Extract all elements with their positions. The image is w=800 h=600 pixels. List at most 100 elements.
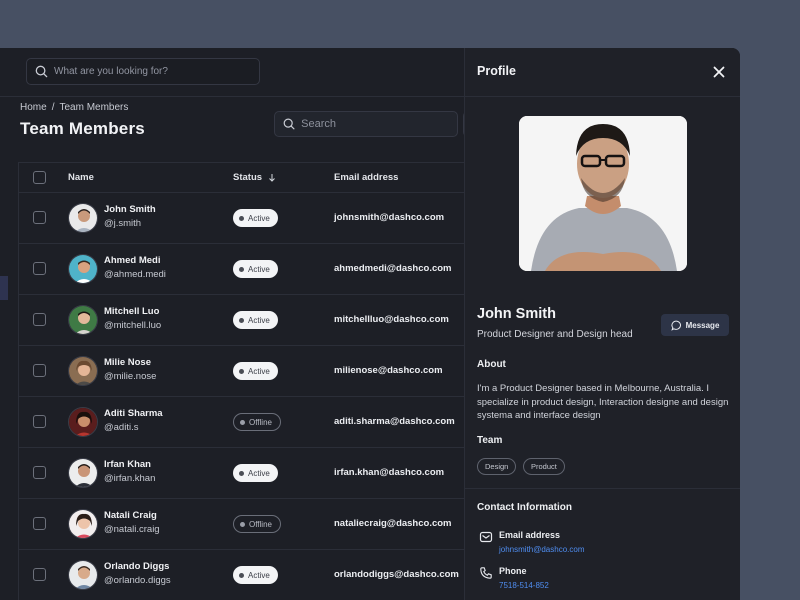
status-dot <box>239 573 244 578</box>
panel-divider <box>465 488 740 489</box>
member-name[interactable]: John Smith <box>104 204 156 215</box>
member-name[interactable]: Ahmed Medi <box>104 255 160 266</box>
status-badge: Active <box>233 464 278 482</box>
member-name[interactable]: Natali Craig <box>104 510 157 521</box>
status-label: Active <box>248 571 270 580</box>
member-handle: @irfan.khan <box>104 473 155 484</box>
global-search[interactable] <box>26 58 260 85</box>
phone-link[interactable]: 7518-514-852 <box>499 581 549 590</box>
member-handle: @j.smith <box>104 218 141 229</box>
column-header-status-label: Status <box>233 172 262 183</box>
message-button[interactable]: Message <box>661 314 729 336</box>
row-checkbox[interactable] <box>33 313 46 326</box>
profile-role: Product Designer and Design head <box>477 329 633 340</box>
breadcrumb-current: Team Members <box>59 102 128 113</box>
row-checkbox[interactable] <box>33 415 46 428</box>
status-dot <box>240 420 245 425</box>
row-checkbox[interactable] <box>33 568 46 581</box>
row-checkbox[interactable] <box>33 262 46 275</box>
table-row[interactable]: Irfan Khan @irfan.khan Active irfan.khan… <box>19 448 464 499</box>
email-label: Email address <box>499 530 560 540</box>
select-all-checkbox[interactable] <box>33 171 46 184</box>
search-icon <box>283 117 295 131</box>
team-heading: Team <box>477 435 502 446</box>
app-window: Home / Team Members Team Members Name St… <box>0 48 740 600</box>
member-handle: @ahmed.medi <box>104 269 166 280</box>
status-label: Active <box>248 316 270 325</box>
about-text: I'm a Product Designer based in Melbourn… <box>477 382 729 423</box>
table-row[interactable]: Natali Craig @natali.craig Offline natal… <box>19 499 464 550</box>
status-badge: Active <box>233 566 278 584</box>
row-checkbox[interactable] <box>33 517 46 530</box>
email-link[interactable]: johnsmith@dashco.com <box>499 545 585 554</box>
members-table: Name Status Email address John Smith @j.… <box>18 162 464 600</box>
member-email[interactable]: johnsmith@dashco.com <box>334 212 444 223</box>
row-checkbox[interactable] <box>33 466 46 479</box>
member-handle: @milie.nose <box>104 371 156 382</box>
breadcrumb: Home / Team Members <box>20 102 128 113</box>
avatar[interactable] <box>68 509 98 539</box>
row-checkbox[interactable] <box>33 211 46 224</box>
member-email[interactable]: aditi.sharma@dashco.com <box>334 416 455 427</box>
contact-heading: Contact Information <box>477 502 572 513</box>
sort-arrow-icon[interactable] <box>268 173 276 182</box>
avatar[interactable] <box>68 356 98 386</box>
member-name[interactable]: Orlando Diggs <box>104 561 169 572</box>
status-dot <box>239 369 244 374</box>
status-label: Active <box>248 367 270 376</box>
panel-divider <box>465 96 740 97</box>
profile-photo <box>519 116 687 271</box>
member-handle: @mitchell.luo <box>104 320 161 331</box>
avatar[interactable] <box>68 560 98 590</box>
global-search-input[interactable] <box>54 66 234 77</box>
status-dot <box>239 318 244 323</box>
team-tag-product[interactable]: Product <box>523 458 565 475</box>
column-header-email[interactable]: Email address <box>334 172 398 183</box>
table-row[interactable]: John Smith @j.smith Active johnsmith@das… <box>19 193 464 244</box>
status-dot <box>240 522 245 527</box>
phone-icon <box>479 566 493 580</box>
member-name[interactable]: Mitchell Luo <box>104 306 159 317</box>
message-icon <box>671 320 682 331</box>
member-name[interactable]: Aditi Sharma <box>104 408 163 419</box>
avatar[interactable] <box>68 203 98 233</box>
table-row[interactable]: Ahmed Medi @ahmed.medi Active ahmedmedi@… <box>19 244 464 295</box>
table-header: Name Status Email address <box>19 163 464 193</box>
team-tag-design[interactable]: Design <box>477 458 516 475</box>
main-area: Home / Team Members Team Members Name St… <box>0 48 464 600</box>
table-row[interactable]: Mitchell Luo @mitchell.luo Active mitche… <box>19 295 464 346</box>
table-search-input[interactable] <box>301 118 457 130</box>
status-badge: Offline <box>233 515 281 533</box>
status-badge: Offline <box>233 413 281 431</box>
member-email[interactable]: mitchellluo@dashco.com <box>334 314 449 325</box>
member-email[interactable]: irfan.khan@dashco.com <box>334 467 444 478</box>
table-row[interactable]: Milie Nose @milie.nose Active milienose@… <box>19 346 464 397</box>
table-row[interactable]: Aditi Sharma @aditi.s Offline aditi.shar… <box>19 397 464 448</box>
about-heading: About <box>477 359 506 370</box>
member-handle: @aditi.s <box>104 422 138 433</box>
table-search[interactable] <box>274 111 458 137</box>
page-title: Team Members <box>20 119 145 139</box>
avatar[interactable] <box>68 254 98 284</box>
member-email[interactable]: milienose@dashco.com <box>334 365 443 376</box>
avatar[interactable] <box>68 305 98 335</box>
column-header-name[interactable]: Name <box>68 172 94 183</box>
phone-label: Phone <box>499 566 527 576</box>
row-checkbox[interactable] <box>33 364 46 377</box>
member-name[interactable]: Milie Nose <box>104 357 151 368</box>
member-email[interactable]: orlandodiggs@dashco.com <box>334 569 459 580</box>
member-email[interactable]: ahmedmedi@dashco.com <box>334 263 452 274</box>
member-name[interactable]: Irfan Khan <box>104 459 151 470</box>
avatar[interactable] <box>68 407 98 437</box>
breadcrumb-home[interactable]: Home <box>20 102 47 113</box>
status-badge: Active <box>233 209 278 227</box>
member-email[interactable]: nataliecraig@dashco.com <box>334 518 452 529</box>
breadcrumb-separator: / <box>52 102 55 113</box>
table-row[interactable]: Orlando Diggs @orlando.diggs Active orla… <box>19 550 464 600</box>
mail-icon <box>479 530 493 544</box>
profile-panel: Profile John Smith Product Designer and … <box>464 48 740 600</box>
avatar[interactable] <box>68 458 98 488</box>
close-icon[interactable] <box>712 65 726 79</box>
status-badge: Active <box>233 260 278 278</box>
column-header-status[interactable]: Status <box>233 172 276 183</box>
